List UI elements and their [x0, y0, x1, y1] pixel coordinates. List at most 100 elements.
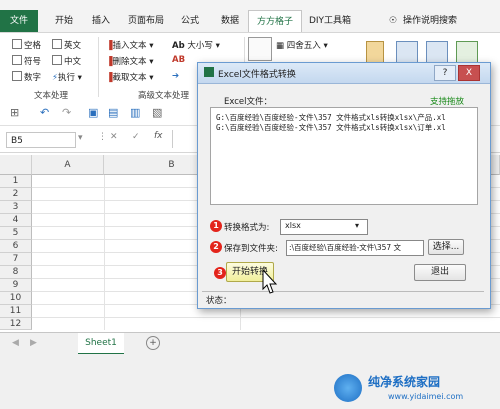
arrow-more-button[interactable]: ➔	[172, 71, 179, 81]
checkbox-icon	[52, 39, 62, 49]
tab-home[interactable]: 开始	[46, 10, 82, 32]
group-divider	[98, 37, 99, 97]
row-header[interactable]: 2	[0, 188, 32, 201]
round-button[interactable]: ▦ 四舍五入 ▾	[276, 39, 328, 51]
extract-text-button[interactable]: ▐截取文本 ▾	[106, 71, 154, 83]
row-header[interactable]: 11	[0, 305, 32, 318]
choose-folder-button[interactable]: 选择...	[428, 239, 464, 255]
tab-page-layout[interactable]: 页面布局	[122, 10, 170, 32]
round-label: 四舍五入	[286, 41, 321, 51]
undo-icon[interactable]: ↶	[40, 106, 49, 119]
row-header[interactable]: 4	[0, 214, 32, 227]
checkbox-english[interactable]: 英文	[52, 39, 81, 51]
excel-icon	[204, 67, 214, 77]
format-label: 转换格式为:	[224, 223, 270, 233]
case-button[interactable]: Ab 大小写 ▾	[172, 39, 220, 51]
checkbox-symbol[interactable]: 符号	[12, 55, 41, 67]
row-header[interactable]: 12	[0, 318, 32, 330]
table-edit-icon[interactable]	[426, 41, 448, 63]
checkbox-icon	[12, 39, 22, 49]
row-header[interactable]: 7	[0, 253, 32, 266]
next-sheet-icon[interactable]: ▶	[30, 338, 37, 348]
lightbulb-icon: ☉	[388, 16, 398, 26]
sheet-tab[interactable]: Sheet1	[78, 333, 124, 355]
format-cells-icon[interactable]	[248, 37, 272, 61]
step-badge: 1	[210, 220, 222, 232]
checkbox-chinese[interactable]: 中文	[52, 55, 81, 67]
chevron-down-icon: ▾	[355, 221, 360, 230]
ab-delete-button[interactable]: AB	[172, 55, 185, 65]
row-header[interactable]: 6	[0, 240, 32, 253]
grid-icon: ▦	[276, 41, 285, 51]
cancel-icon[interactable]: ✕	[110, 132, 118, 142]
arrow-right-icon: ➔	[172, 71, 180, 81]
format-select[interactable]: xlsx ▾	[280, 219, 368, 235]
tell-me-search[interactable]: 操作说明搜索	[403, 10, 473, 32]
row-header[interactable]: 8	[0, 266, 32, 279]
save-folder-label: 保存到文件夹:	[224, 244, 278, 254]
print-icon[interactable]: ▥	[130, 106, 140, 119]
checkbox-icon	[12, 71, 22, 81]
checkbox-label: 英文	[64, 41, 82, 51]
grid-icon[interactable]: ⊞	[10, 106, 19, 119]
mouse-cursor-icon	[262, 269, 278, 294]
checkbox-label: 空格	[24, 41, 42, 51]
tab-data[interactable]: 数据	[212, 10, 248, 32]
checkbox-label: 中文	[64, 57, 82, 67]
tab-fangfang[interactable]: 方方格子	[248, 10, 302, 33]
tab-file[interactable]: 文件	[0, 10, 38, 32]
status-divider	[202, 291, 484, 292]
add-sheet-icon[interactable]: +	[146, 336, 160, 350]
table-icon[interactable]	[396, 41, 418, 63]
tab-formulas[interactable]: 公式	[172, 10, 208, 32]
step-badge: 2	[210, 241, 222, 253]
gridline	[32, 317, 500, 318]
fx-icon[interactable]: fx	[154, 131, 163, 141]
format-icon[interactable]: ▧	[152, 106, 162, 119]
step-badge: 3	[214, 267, 226, 279]
checkbox-space[interactable]: 空格	[12, 39, 41, 51]
row-header[interactable]: 9	[0, 279, 32, 292]
select-all[interactable]	[0, 155, 32, 175]
column-header-a[interactable]: A	[32, 155, 104, 175]
row-header[interactable]: 3	[0, 201, 32, 214]
help-button[interactable]: ?	[434, 65, 456, 81]
tab-insert[interactable]: 插入	[84, 10, 118, 32]
execute-label: 执行	[57, 73, 75, 83]
tab-diy-toolbox[interactable]: DIY工具箱	[304, 10, 356, 32]
divider	[172, 130, 173, 148]
checkbox-number[interactable]: 数字	[12, 71, 41, 83]
more-icon: ⋮	[98, 132, 107, 142]
case-label: 大小写	[187, 41, 213, 51]
ab-icon: AB	[172, 55, 186, 65]
save-folder-input[interactable]: :\百度经验\百度经验-文件\357 文	[286, 240, 424, 256]
open-icon[interactable]: ▤	[108, 106, 118, 119]
watermark-title: 纯净系统家园	[368, 375, 441, 389]
list-item[interactable]: G:\百度经验\百度经验-文件\357 文件格式xls转换xlsx\订单.xl	[216, 122, 470, 133]
insert-text-button[interactable]: ▐插入文本 ▾	[106, 39, 154, 51]
group-label-advanced: 高级文本处理	[138, 91, 190, 101]
file-list[interactable]: G:\百度经验\百度经验-文件\357 文件格式xls转换xlsx\产品.xl …	[210, 107, 478, 205]
exit-button[interactable]: 退出	[414, 264, 466, 281]
redo-icon[interactable]: ↷	[62, 106, 71, 119]
delete-text-button[interactable]: ▐删除文本 ▾	[106, 55, 154, 67]
dialog-titlebar[interactable]: Excel文件格式转换 ? X	[198, 63, 490, 84]
row-header[interactable]: 10	[0, 292, 32, 305]
name-box[interactable]: B5	[6, 132, 76, 148]
row-header[interactable]: 5	[0, 227, 32, 240]
save-icon[interactable]: ▣	[88, 106, 98, 119]
namebox-dropdown-icon[interactable]: ▾	[78, 133, 83, 143]
excel-files-label: Excel文件：	[224, 97, 273, 107]
prev-sheet-icon[interactable]: ◀	[12, 338, 19, 348]
row-header[interactable]: 1	[0, 175, 32, 188]
save-path-value: :\百度经验\百度经验-文件\357 文	[289, 243, 402, 252]
extract-text-label: 截取文本	[112, 73, 147, 83]
drag-drop-label: 支持拖放	[430, 97, 465, 107]
delete-text-label: 删除文本	[112, 57, 147, 67]
gridline	[104, 175, 105, 330]
checkbox-icon	[12, 55, 22, 65]
refresh-icon[interactable]	[456, 41, 478, 63]
execute-button[interactable]: ⚡执行 ▾	[52, 71, 82, 83]
enter-icon[interactable]: ✓	[132, 132, 140, 142]
close-button[interactable]: X	[458, 65, 480, 81]
